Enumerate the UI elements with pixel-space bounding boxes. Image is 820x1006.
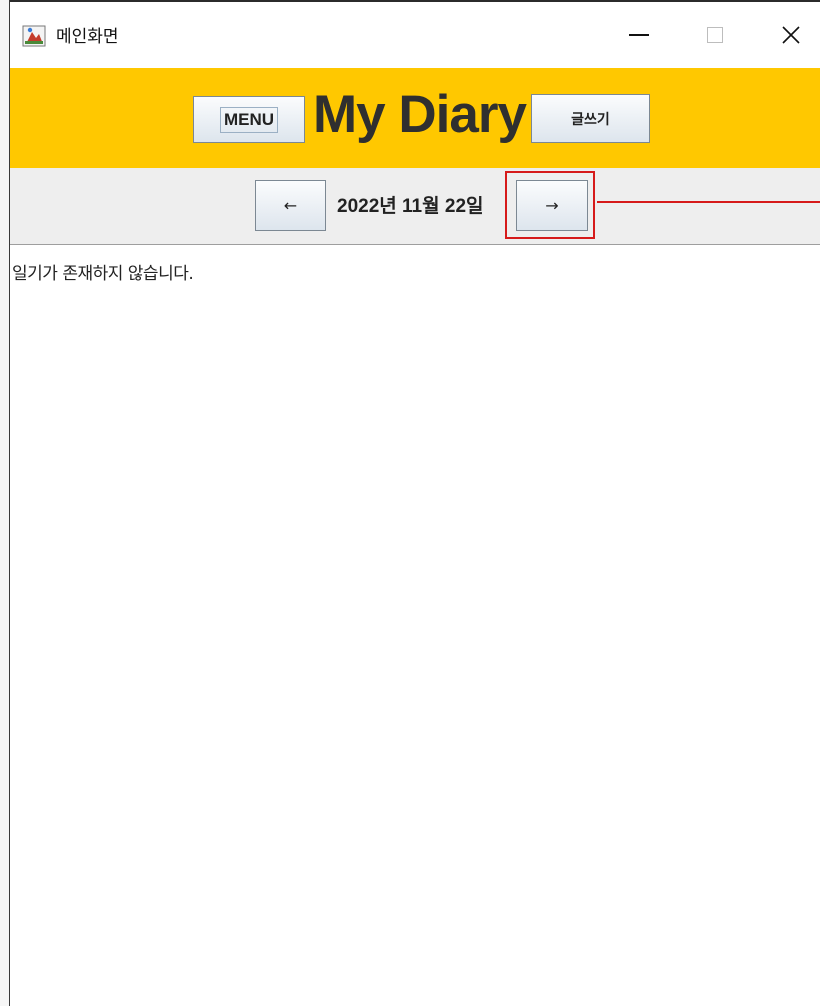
write-button[interactable]: 글쓰기 [531, 94, 650, 143]
annotation-highlight-box [505, 171, 595, 239]
diary-content-area: 일기가 존재하지 않습니다. [10, 245, 820, 1006]
title-bar[interactable]: 메인화면 [10, 2, 820, 68]
app-title: My Diary [313, 85, 527, 144]
menu-button-label: MENU [219, 106, 279, 133]
current-date: 2022년 11월 22일 [337, 196, 484, 217]
maximize-button[interactable] [690, 12, 740, 58]
minimize-icon [629, 34, 649, 36]
annotation-pointer-line [597, 201, 820, 203]
minimize-button[interactable] [614, 12, 664, 58]
date-navigation: ← 2022년 11월 22일 → [10, 168, 820, 245]
maximize-icon [707, 27, 723, 43]
app-header: MENU My Diary 글쓰기 [10, 68, 820, 168]
java-app-icon [22, 25, 46, 47]
close-icon [782, 26, 800, 44]
menu-button[interactable]: MENU [193, 96, 305, 143]
window-title: 메인화면 [56, 27, 119, 47]
empty-diary-message: 일기가 존재하지 않습니다. [12, 264, 194, 284]
close-button[interactable] [766, 12, 816, 58]
prev-day-button[interactable]: ← [255, 180, 326, 231]
